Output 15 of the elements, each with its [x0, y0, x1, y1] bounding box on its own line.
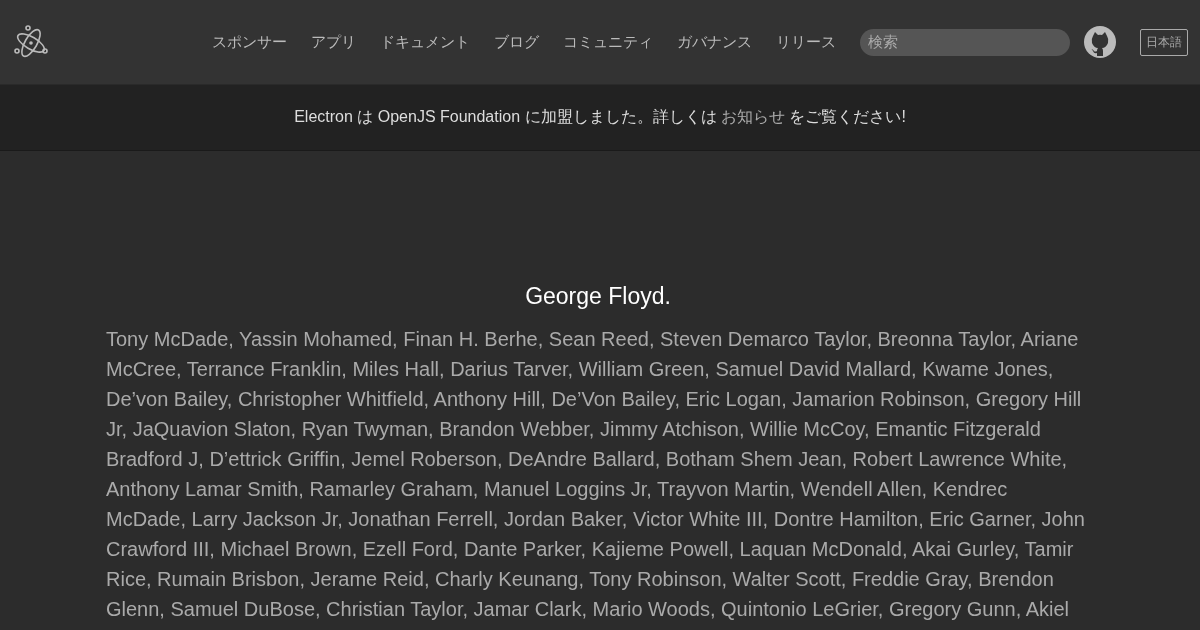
- nav-link[interactable]: リリース: [776, 32, 836, 52]
- announcement-text: Electron は OpenJS Foundation に加盟しました。詳しくは お知らせ をご覧ください!: [294, 107, 906, 127]
- nav-link[interactable]: アプリ: [311, 32, 356, 52]
- nav-link[interactable]: ガバナンス: [677, 32, 752, 52]
- nav-link[interactable]: ドキュメント: [380, 32, 470, 52]
- atom-logo-icon[interactable]: [13, 24, 49, 60]
- tribute-heading: George Floyd.: [524, 283, 672, 310]
- language-button[interactable]: 日本語: [1140, 28, 1188, 56]
- search-field[interactable]: 検索: [860, 28, 1070, 56]
- names-paragraph: Tony McDade, Yassin Mohamed, Finan H. Berhe, Sean Reed, Steven Demarco Taylor, Breonna Taylor, Ariane McCree, Terrance Franklin, Miles Hall, Darius Tarver, William Green, Samuel David Mallard, Kwame Jones, De’von Bailey, Christopher Whitfield, Anthony Hill, De’Von Bailey, Eric Logan, Jamarion Robinson, Gregory Hill Jr, JaQuavion Slaton, Ryan Twyman, Brandon Webber, Jimmy Atchison, Willie McCoy, Emantic Fitzgerald Bradford J, D’ettrick Griffin, Jemel Roberson, DeAndre Ballard, Botham Shem Jean, Robert Lawrence White, Anthony Lamar Smith, Ramarley Graham, Manuel Loggins Jr, Trayvon Martin, Wendell Allen, Kendrec McDade, Larry Jackson Jr, Jonathan Ferrell, Jordan Baker, Victor White III, Dontre Hamilton, Eric Garner, John Crawford III, Michael Brown, Ezell Ford, Dante Parker, Kajieme Powell, Laquan McDonald, Akai Gurley, Tamir Rice, Rumain Brisbon, Jerame Reid, Charly Keunang, Tony Robinson, Walter Scott, Freddie Gray, Brendon Glenn, Samuel DuBose, Christian Taylor, Jamar Clark, Mario Woods, Quintonio LeGrier, Gregory Gunn, Akiel: [106, 327, 1086, 622]
- nav-link[interactable]: スポンサー: [212, 32, 287, 52]
- nav-link[interactable]: コミュニティ: [563, 32, 653, 52]
- nav-link[interactable]: ブログ: [494, 32, 539, 52]
- announcement-link[interactable]: お知らせ: [720, 108, 785, 125]
- cat-silhouette-icon[interactable]: [1084, 26, 1116, 58]
